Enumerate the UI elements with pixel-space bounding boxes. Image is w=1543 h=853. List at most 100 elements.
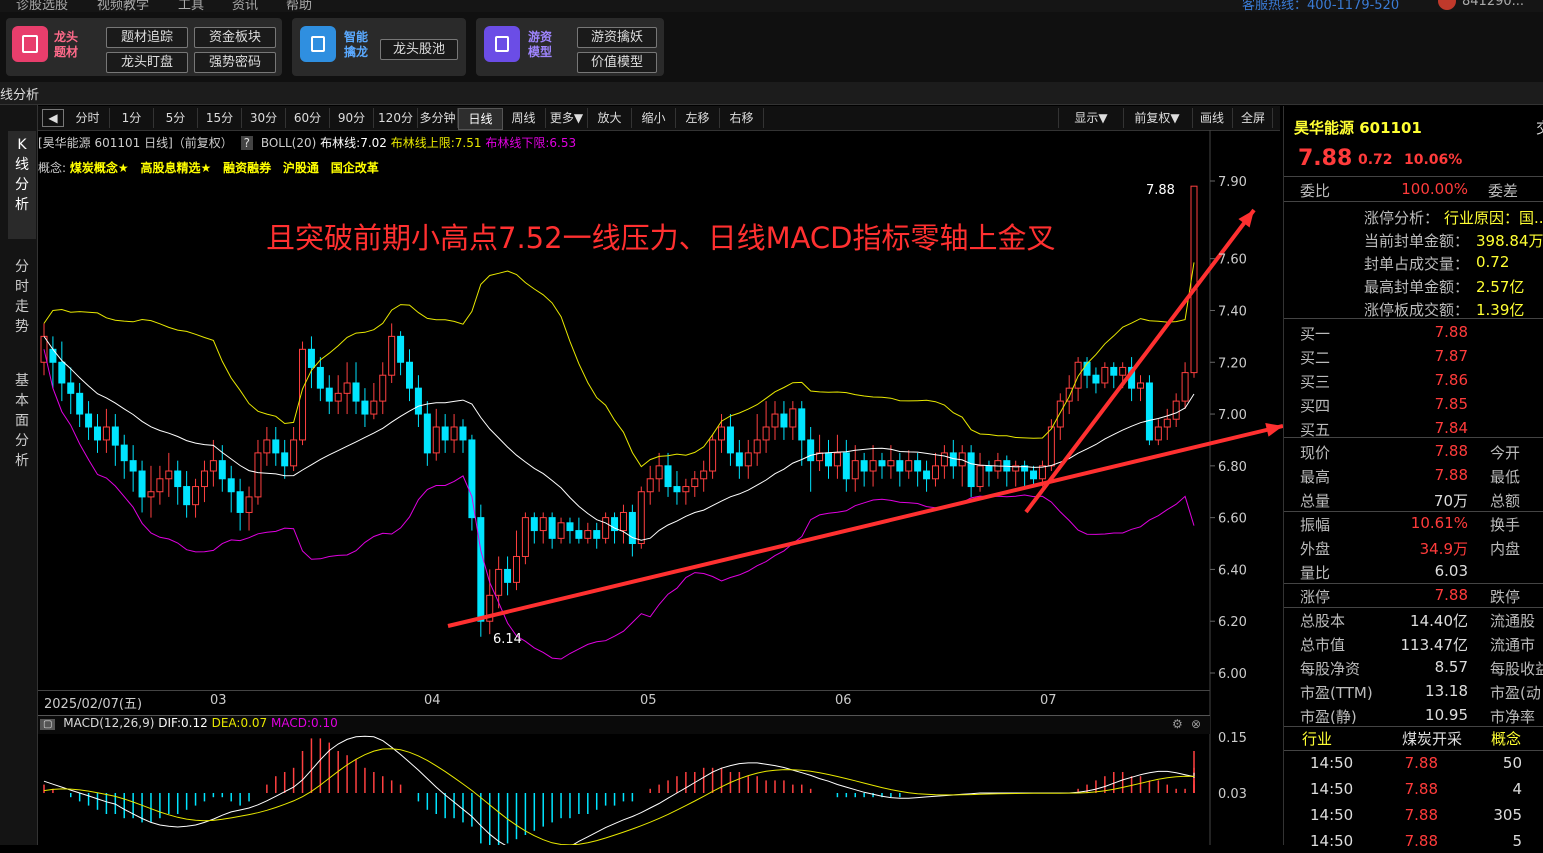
candle-body — [628, 511, 636, 545]
leader-pool-button[interactable]: 龙头股池 — [380, 39, 458, 60]
y-tick-label: 7.90 — [1218, 175, 1247, 190]
chart-annotation: 且突破前期小高点7.52一线压力、日线MACD指标零轴上金叉 — [266, 221, 1056, 255]
candle-body — [495, 568, 503, 596]
period-tab-6[interactable]: 90分 — [330, 108, 374, 128]
period-tab-9[interactable]: 日线 — [458, 108, 503, 130]
hot-money-button[interactable]: 游资擒妖 — [577, 27, 657, 48]
period-tab-1[interactable]: 1分 — [110, 108, 154, 128]
candle-body — [192, 486, 200, 506]
candle-body — [905, 460, 913, 472]
menu-item-tools[interactable]: 工具 — [178, 0, 204, 12]
candle-body — [290, 439, 298, 467]
candle-body — [200, 470, 208, 488]
collapse-left-icon[interactable]: ◀ — [42, 109, 64, 127]
menu-item-news[interactable]: 资讯 — [232, 0, 258, 12]
boll-upper-line — [43, 262, 1195, 468]
period-tab-10[interactable]: 周线 — [502, 108, 546, 128]
candle-body — [539, 517, 547, 532]
limit-row: 涨停分析： 行业原因：国... — [1284, 204, 1543, 228]
quote-panel: 昊华能源 601101 交 7.88 0.72 10.06% 委比 100.00… — [1283, 106, 1543, 850]
quote-key2: 换手 — [1490, 516, 1521, 534]
quote-key2: 内盘 — [1490, 540, 1521, 558]
period-tab-5[interactable]: 60分 — [286, 108, 330, 128]
candle-body — [183, 486, 191, 506]
candle-body — [58, 361, 66, 384]
stock-name: 昊华能源 601101 — [1294, 119, 1422, 137]
period-tab-15[interactable]: 右移 — [720, 108, 764, 128]
date-label: 07 — [1040, 693, 1057, 708]
period-tab-13[interactable]: 缩小 — [632, 108, 676, 128]
tab-timeshare[interactable]: 分时走势 — [8, 253, 36, 357]
menu-item-help[interactable]: 帮助 — [286, 0, 312, 12]
candle-body — [1145, 382, 1153, 441]
candle-body — [1092, 374, 1100, 384]
quote-value: 14.40亿 — [1410, 612, 1468, 630]
group-name-1: 龙头 — [54, 30, 79, 44]
quote-row: 总股本 14.40亿 流通股 — [1284, 607, 1543, 631]
menu-item-stock-select[interactable]: 诊股选股 — [16, 0, 68, 12]
draw-line-button[interactable]: 画线 — [1192, 108, 1233, 128]
quote-row: 振幅 10.61% 换手 — [1284, 511, 1543, 535]
y-tick-label: 7.20 — [1218, 356, 1247, 371]
quote-key: 总股本 — [1300, 612, 1346, 630]
quote-value: 113.47亿 — [1400, 636, 1469, 654]
topic-track-button[interactable]: 题材追踪 — [106, 27, 188, 48]
industry-label[interactable]: 行业 — [1302, 728, 1332, 749]
group-name-2: 题材 — [54, 45, 79, 59]
period-tab-14[interactable]: 左移 — [676, 108, 720, 128]
bid-price: 7.85 — [1434, 395, 1468, 413]
candle-body — [245, 496, 253, 513]
strength-code-button[interactable]: 强势密码 — [194, 52, 276, 73]
period-tab-0[interactable]: 分时 — [66, 108, 110, 128]
period-tab-3[interactable]: 15分 — [198, 108, 242, 128]
account-id[interactable]: 841290... — [1462, 0, 1524, 9]
collapse-icon[interactable]: ▢ — [40, 719, 56, 730]
candle-body — [878, 460, 886, 467]
menu-item-video[interactable]: 视频教学 — [97, 0, 149, 12]
boll-lower-line — [43, 349, 1195, 660]
candle-body — [557, 522, 565, 539]
group-smart-dragon: 智能 擒龙 龙头股池 — [292, 18, 466, 76]
candle-body — [1172, 400, 1180, 420]
date-label: 03 — [210, 693, 227, 708]
limit-value: 2.57亿 — [1476, 278, 1525, 296]
candle-body — [860, 460, 868, 472]
candle-body — [807, 439, 815, 462]
tab-label: 分时走势 — [15, 259, 29, 335]
candle-body — [468, 439, 476, 519]
candle-body — [1154, 426, 1162, 441]
period-tab-11[interactable]: 更多▼ — [546, 108, 588, 128]
period-tab-12[interactable]: 放大 — [588, 108, 632, 128]
user-avatar-icon[interactable] — [1438, 0, 1456, 10]
period-tab-7[interactable]: 120分 — [374, 108, 418, 128]
candle-body — [637, 491, 645, 545]
candle-body — [165, 470, 173, 480]
candle-body — [316, 366, 324, 389]
settings-gear-icon[interactable]: ⚙ — [1172, 717, 1183, 731]
limit-row: 最高封单金额： 2.57亿 — [1284, 273, 1543, 297]
tick-price: 7.88 — [1404, 832, 1438, 850]
tab-kline[interactable]: K线分析 — [8, 131, 36, 239]
industry-value[interactable]: 煤炭开采 — [1402, 728, 1462, 749]
close-icon[interactable]: ⊗ — [1191, 717, 1201, 731]
period-toolbar: ◀ 分时 1分 5分 15分 30分 60分 90分 120分 多分钟 日线 周线 更多▼ 放大 缩小 左移… — [38, 106, 1280, 131]
candle-body — [940, 452, 948, 467]
period-tab-4[interactable]: 30分 — [242, 108, 286, 128]
tab-fundamental[interactable]: 基本面分析 — [8, 367, 36, 491]
leader-watch-button[interactable]: 龙头盯盘 — [106, 52, 188, 73]
group-hot-money: 游资 模型 游资擒妖 价值模型 — [476, 18, 664, 76]
candle-body — [459, 426, 467, 441]
fullscreen-button[interactable]: 全屏 — [1234, 108, 1273, 128]
concept-label[interactable]: 概念 — [1491, 728, 1521, 749]
value-model-button[interactable]: 价值模型 — [577, 52, 657, 73]
period-tab-8[interactable]: 多分钟 — [418, 108, 458, 128]
display-dropdown[interactable]: 显示▼ — [1058, 108, 1124, 128]
y-tick-label: 6.80 — [1218, 460, 1247, 475]
adjust-dropdown[interactable]: 前复权▼ — [1122, 108, 1193, 128]
quote-value: 10.95 — [1425, 706, 1468, 724]
period-tab-2[interactable]: 5分 — [154, 108, 198, 128]
quote-key: 振幅 — [1300, 516, 1331, 534]
quote-key: 每股净资 — [1300, 660, 1361, 678]
fund-sector-button[interactable]: 资金板块 — [194, 27, 276, 48]
candle-body — [111, 426, 119, 446]
